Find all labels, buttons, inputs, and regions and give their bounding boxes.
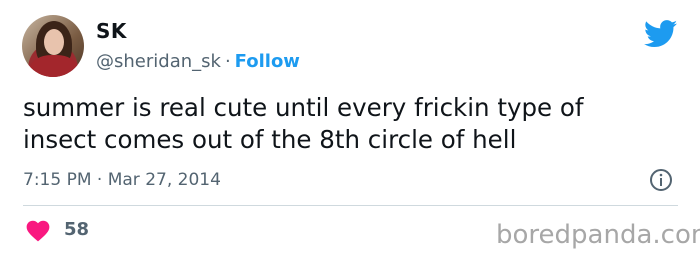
author-handle[interactable]: @sheridan_sk	[96, 51, 221, 72]
handle-row: @sheridan_sk · Follow	[96, 51, 300, 72]
author-name[interactable]: SK	[96, 19, 127, 43]
watermark: boredpanda.com	[496, 220, 700, 250]
info-icon[interactable]	[649, 168, 673, 192]
divider	[23, 205, 678, 206]
heart-icon[interactable]	[25, 218, 51, 242]
tweet-text: summer is real cute until every frickin …	[23, 93, 584, 154]
separator-dot: ·	[224, 51, 231, 72]
avatar[interactable]	[22, 15, 84, 77]
follow-button[interactable]: Follow	[235, 51, 300, 72]
timestamp[interactable]: 7:15 PM · Mar 27, 2014	[23, 170, 221, 190]
twitter-bird-icon[interactable]	[644, 20, 678, 48]
likes-count[interactable]: 58	[64, 219, 89, 240]
